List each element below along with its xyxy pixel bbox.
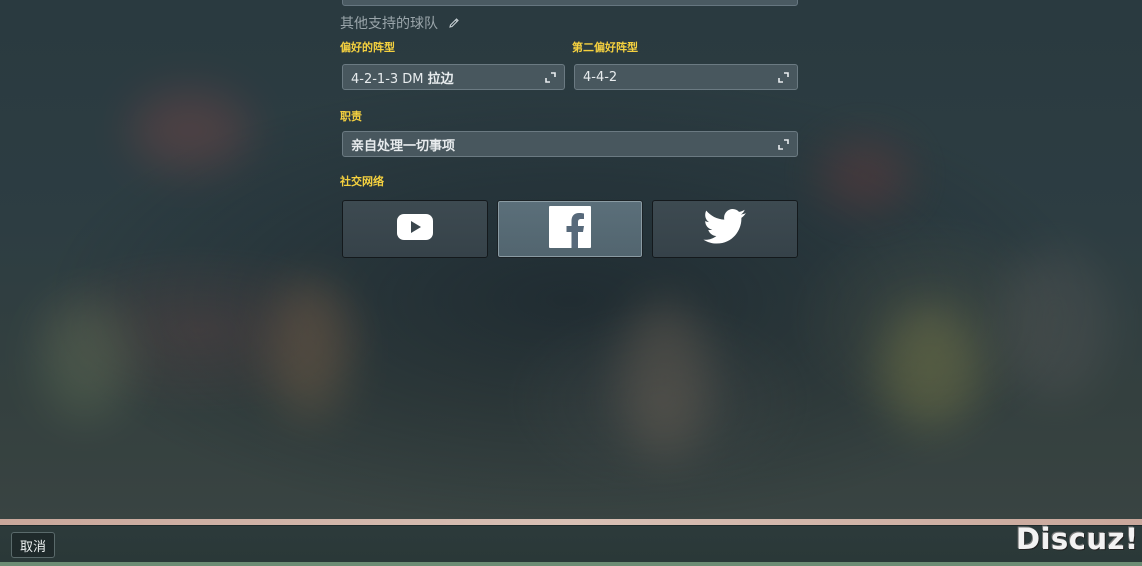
footer-bottom-strip: [0, 562, 1142, 566]
youtube-icon: [396, 213, 434, 245]
second-formation-select[interactable]: 4-4-2: [574, 64, 798, 90]
facebook-icon: [549, 206, 591, 252]
expand-icon: [778, 138, 789, 150]
duty-label: 职责: [340, 110, 362, 123]
other-teams-title: 其他支持的球队: [340, 16, 438, 32]
footer-bar: [0, 525, 1142, 566]
preferred-formation-value: 4-2-1-3 DM 拉边: [351, 71, 454, 87]
twitter-button[interactable]: [652, 200, 798, 258]
previous-field: [342, 0, 798, 6]
preferred-formation-label: 偏好的阵型: [340, 41, 395, 54]
watermark-logo: Discuz!: [1016, 522, 1139, 556]
duty-value: 亲自处理一切事项: [351, 138, 456, 154]
cancel-button[interactable]: 取消: [11, 532, 56, 558]
youtube-button[interactable]: [342, 200, 488, 258]
second-formation-label: 第二偏好阵型: [572, 41, 638, 54]
second-formation-value: 4-4-2: [583, 69, 618, 85]
preferred-formation-select[interactable]: 4-2-1-3 DM 拉边: [342, 64, 565, 90]
duty-select[interactable]: 亲自处理一切事项: [342, 131, 798, 157]
social-label: 社交网络: [340, 175, 384, 188]
expand-icon: [545, 71, 556, 83]
expand-icon: [778, 71, 789, 83]
twitter-icon: [703, 209, 747, 249]
facebook-button[interactable]: [497, 200, 643, 258]
other-teams-header: 其他支持的球队: [340, 13, 460, 33]
pencil-icon[interactable]: [448, 17, 460, 29]
